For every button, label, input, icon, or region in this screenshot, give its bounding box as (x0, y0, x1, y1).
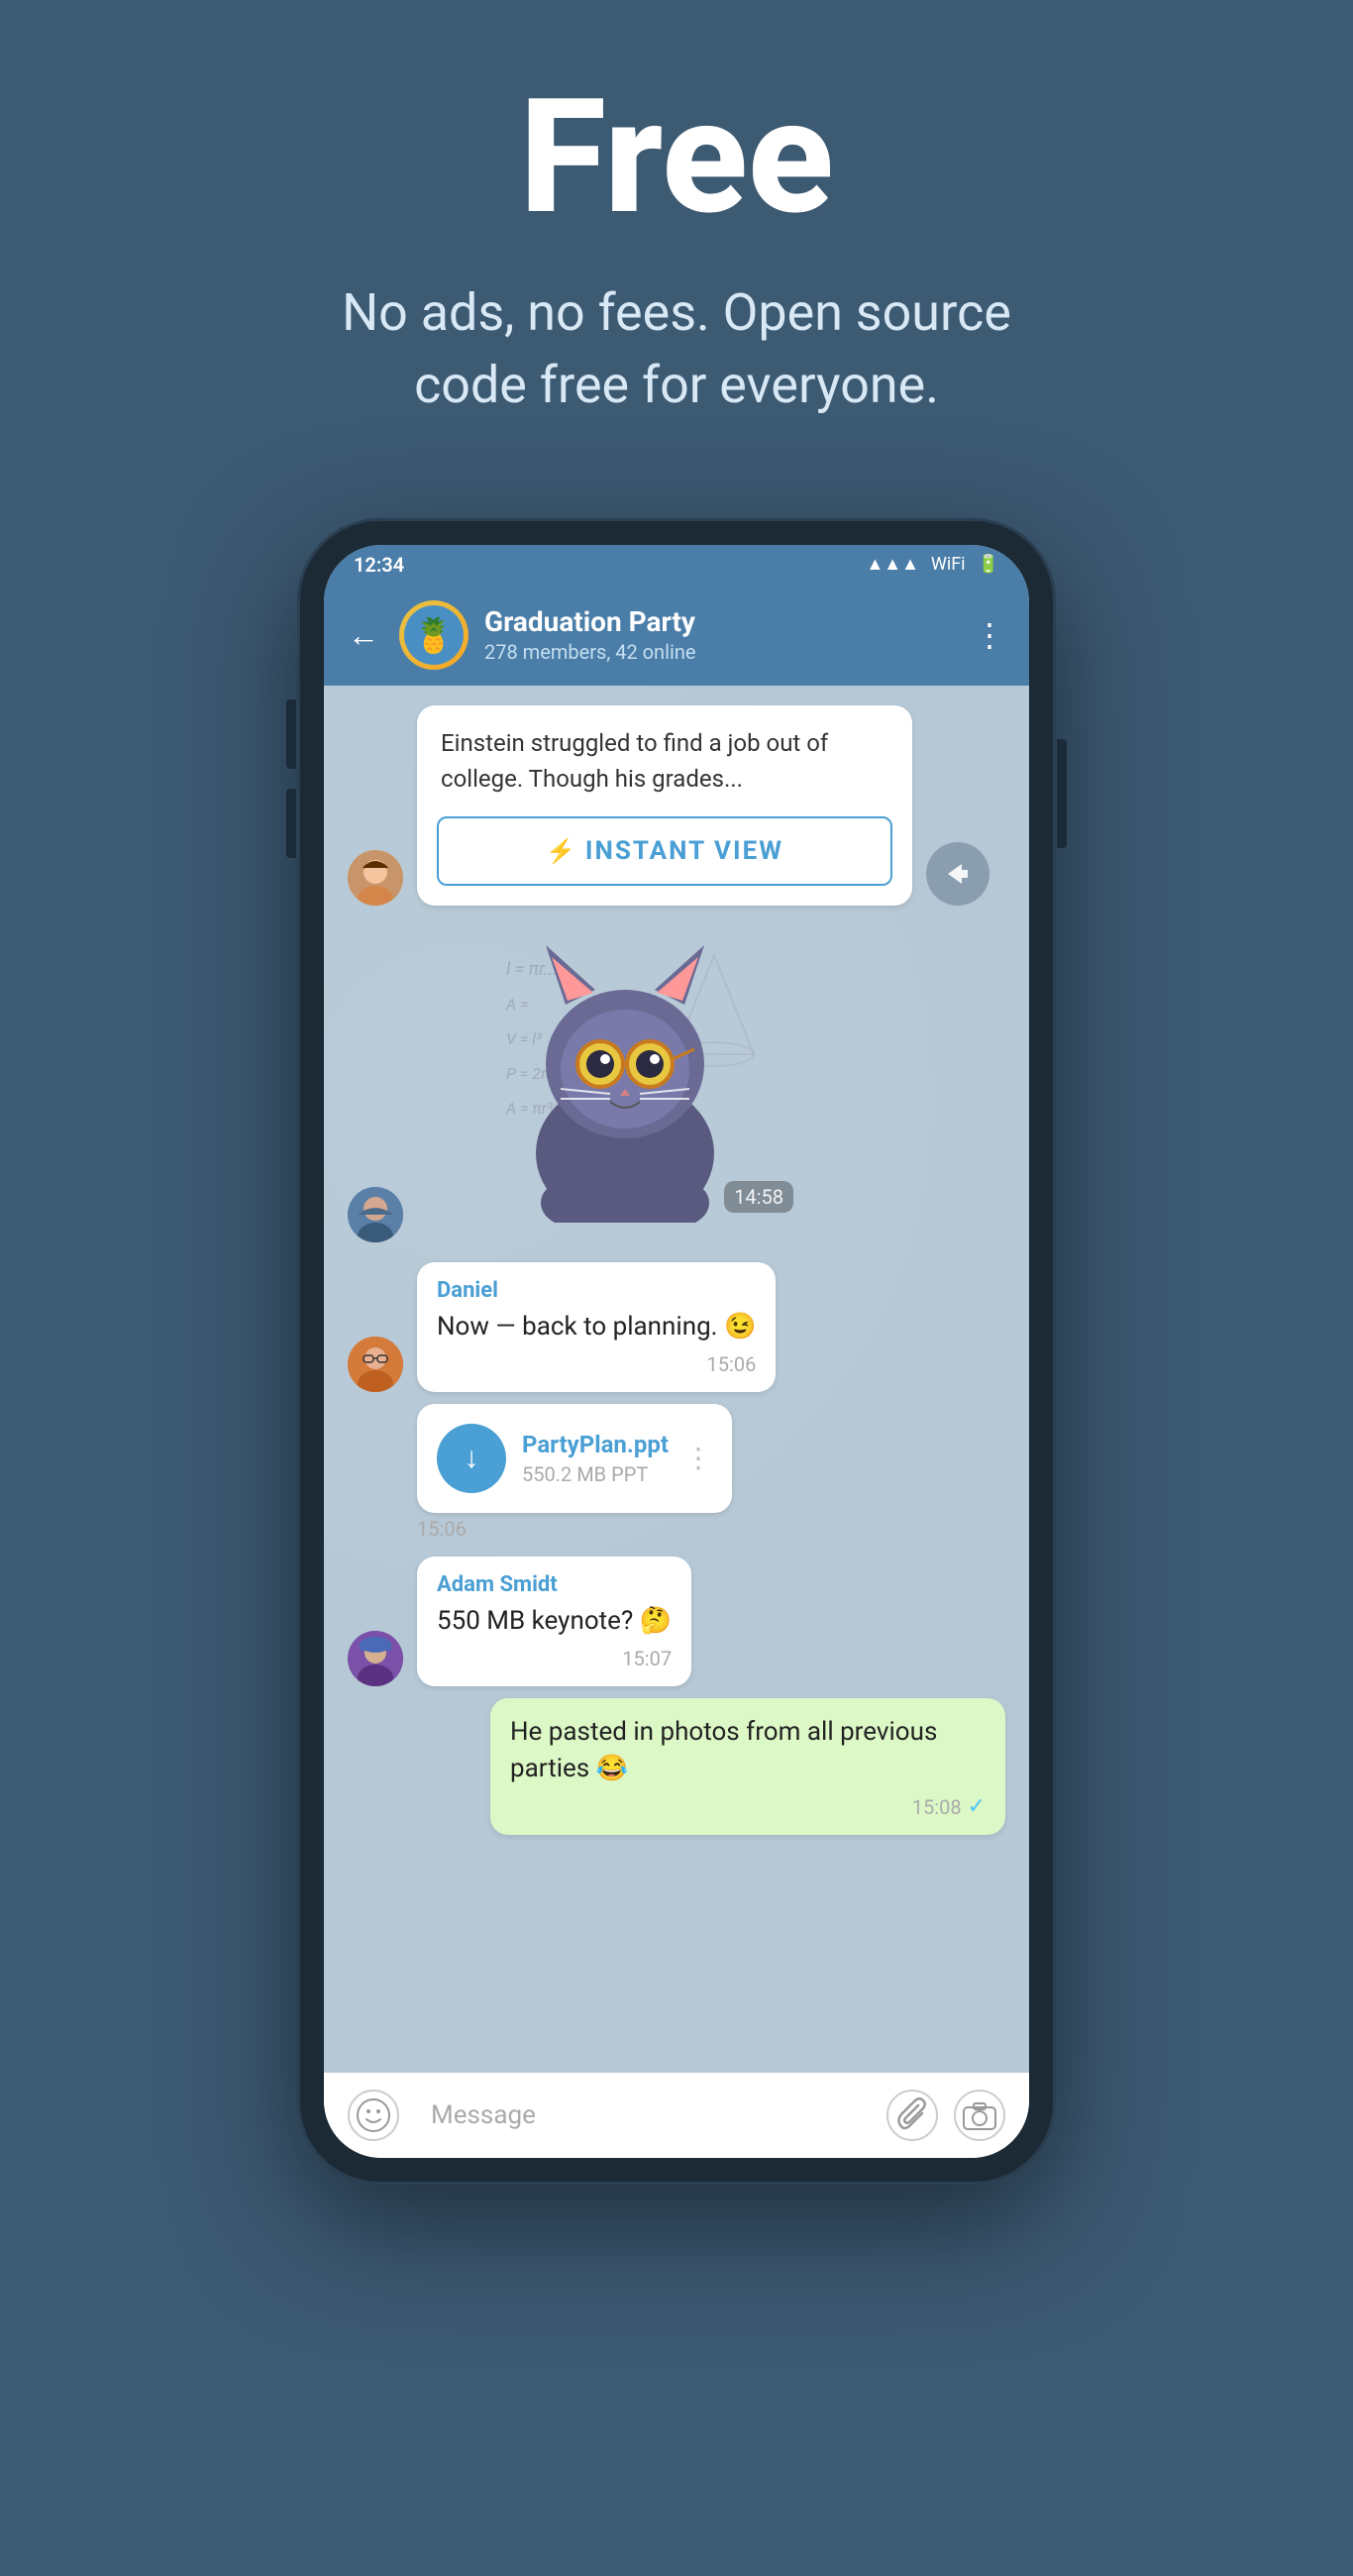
message-row-iv: Einstein struggled to find a job out of … (348, 705, 1005, 906)
group-name: Graduation Party (484, 605, 958, 638)
chat-area: Einstein struggled to find a job out of … (324, 686, 1029, 2073)
avatar-adam (348, 1631, 403, 1686)
message-input[interactable]: Message (415, 2089, 871, 2142)
file-time: 15:06 (417, 1517, 467, 1541)
phone-outer: 12:34 ▲▲▲ WiFi 🔋 ← 🍍 Grad (300, 521, 1053, 2182)
cat-sticker (486, 925, 764, 1223)
wifi-icon: WiFi (931, 554, 966, 575)
status-bar: 12:34 ▲▲▲ WiFi 🔋 (324, 545, 1029, 585)
signal-icon: ▲▲▲ (866, 554, 918, 575)
check-icon: ✓ (968, 1794, 986, 1819)
avatar-girl (348, 850, 403, 906)
hero-subtitle: No ads, no fees. Open source code free f… (342, 277, 1011, 422)
chat-header: ← 🍍 Graduation Party 278 members, 42 onl… (324, 585, 1029, 686)
sender-daniel: Daniel (437, 1278, 756, 1303)
sticker-message-row: l = πr... A = V = l³ P = 2πr A = πr³ s =… (348, 925, 1005, 1242)
phone-inner: 12:34 ▲▲▲ WiFi 🔋 ← 🍍 Grad (324, 545, 1029, 2158)
attach-button[interactable] (886, 2090, 938, 2141)
file-more-button[interactable]: ⋮ (684, 1442, 712, 1474)
bubble-meta-daniel1: 15:06 (437, 1352, 756, 1376)
message-row-self: He pasted in photos from all previous pa… (348, 1698, 1005, 1835)
msg-time-adam: 15:07 (622, 1647, 672, 1670)
svg-text:🍍: 🍍 (413, 616, 455, 656)
instant-view-button[interactable]: ⚡ INSTANT VIEW (437, 816, 892, 886)
group-members: 278 members, 42 online (484, 640, 958, 664)
camera-button[interactable] (954, 2090, 1005, 2141)
group-info: Graduation Party 278 members, 42 online (484, 605, 958, 664)
status-time: 12:34 (354, 553, 404, 577)
phone-wrapper: 12:34 ▲▲▲ WiFi 🔋 ← 🍍 Grad (300, 521, 1053, 2182)
back-button[interactable]: ← (348, 616, 379, 654)
message-row-daniel1: Daniel Now — back to planning. 😉 15:06 (348, 1262, 1005, 1392)
file-name: PartyPlan.ppt (522, 1431, 669, 1458)
iv-preview-text: Einstein struggled to find a job out of … (417, 705, 912, 816)
file-download-icon[interactable]: ↓ (437, 1424, 506, 1493)
emoji-button[interactable] (348, 2090, 399, 2141)
file-info: PartyPlan.ppt 550.2 MB PPT (522, 1431, 669, 1486)
message-row-adam: Adam Smidt 550 MB keynote? 🤔 15:07 (348, 1556, 1005, 1686)
bubble-adam: Adam Smidt 550 MB keynote? 🤔 15:07 (417, 1556, 691, 1686)
group-avatar: 🍍 (399, 600, 468, 670)
msg-text-self: He pasted in photos from all previous pa… (510, 1714, 986, 1786)
file-bubble: ↓ PartyPlan.ppt 550.2 MB PPT ⋮ (417, 1404, 732, 1513)
msg-text-adam: 550 MB keynote? 🤔 (437, 1603, 672, 1639)
hero-section: Free No ads, no fees. Open source code f… (0, 0, 1353, 482)
bottom-bar: Message (324, 2073, 1029, 2158)
more-button[interactable]: ⋮ (974, 616, 1005, 654)
bubble-meta-self: 15:08 ✓ (510, 1794, 986, 1819)
share-button[interactable] (926, 842, 989, 906)
bubble-daniel1: Daniel Now — back to planning. 😉 15:06 (417, 1262, 776, 1392)
avatar-boy1 (348, 1187, 403, 1242)
bubble-self: He pasted in photos from all previous pa… (490, 1698, 1005, 1835)
msg-text-daniel1: Now — back to planning. 😉 (437, 1309, 756, 1344)
msg-time-self: 15:08 (912, 1795, 962, 1819)
message-row-file: ↓ PartyPlan.ppt 550.2 MB PPT ⋮ (348, 1404, 1005, 1513)
sticker-container: l = πr... A = V = l³ P = 2πr A = πr³ s =… (486, 925, 823, 1242)
status-icons: ▲▲▲ WiFi 🔋 (866, 554, 999, 575)
avatar-daniel (348, 1337, 403, 1392)
sender-adam: Adam Smidt (437, 1572, 672, 1597)
iv-button-label: INSTANT VIEW (585, 836, 783, 866)
bubble-meta-adam: 15:07 (437, 1647, 672, 1670)
lightning-icon: ⚡ (546, 837, 575, 865)
msg-time-daniel1: 15:06 (707, 1352, 757, 1376)
file-size: 550.2 MB PPT (522, 1462, 669, 1486)
instant-view-card: Einstein struggled to find a job out of … (417, 705, 912, 906)
battery-icon: 🔋 (978, 554, 999, 575)
hero-title: Free (519, 79, 833, 238)
